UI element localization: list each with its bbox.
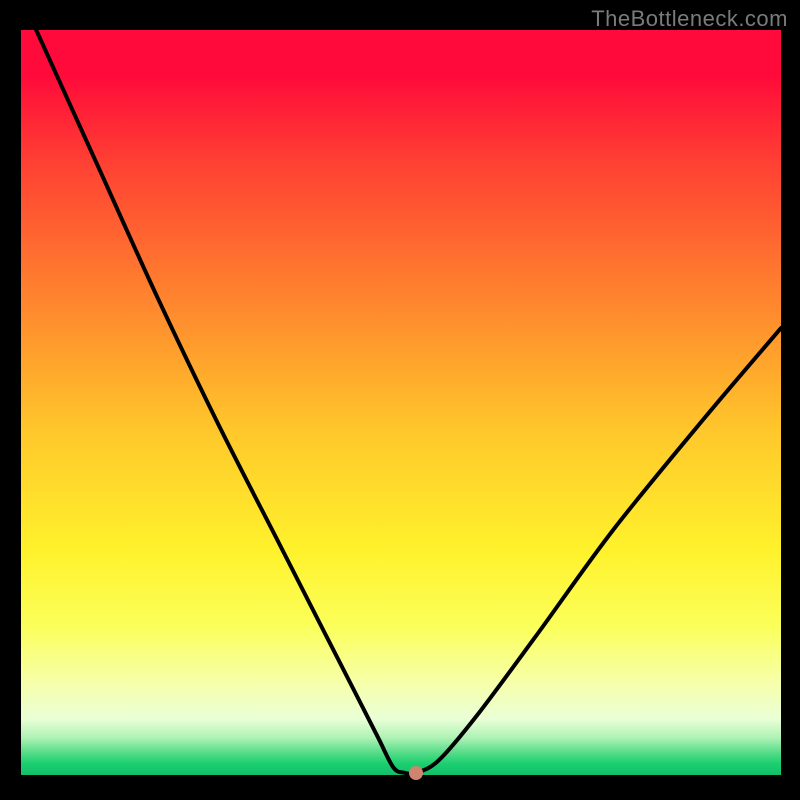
watermark-text: TheBottleneck.com <box>591 6 788 32</box>
current-config-marker <box>409 766 423 780</box>
bottleneck-curve <box>21 30 781 775</box>
plot-area <box>21 30 781 775</box>
chart-frame: TheBottleneck.com <box>0 0 800 800</box>
